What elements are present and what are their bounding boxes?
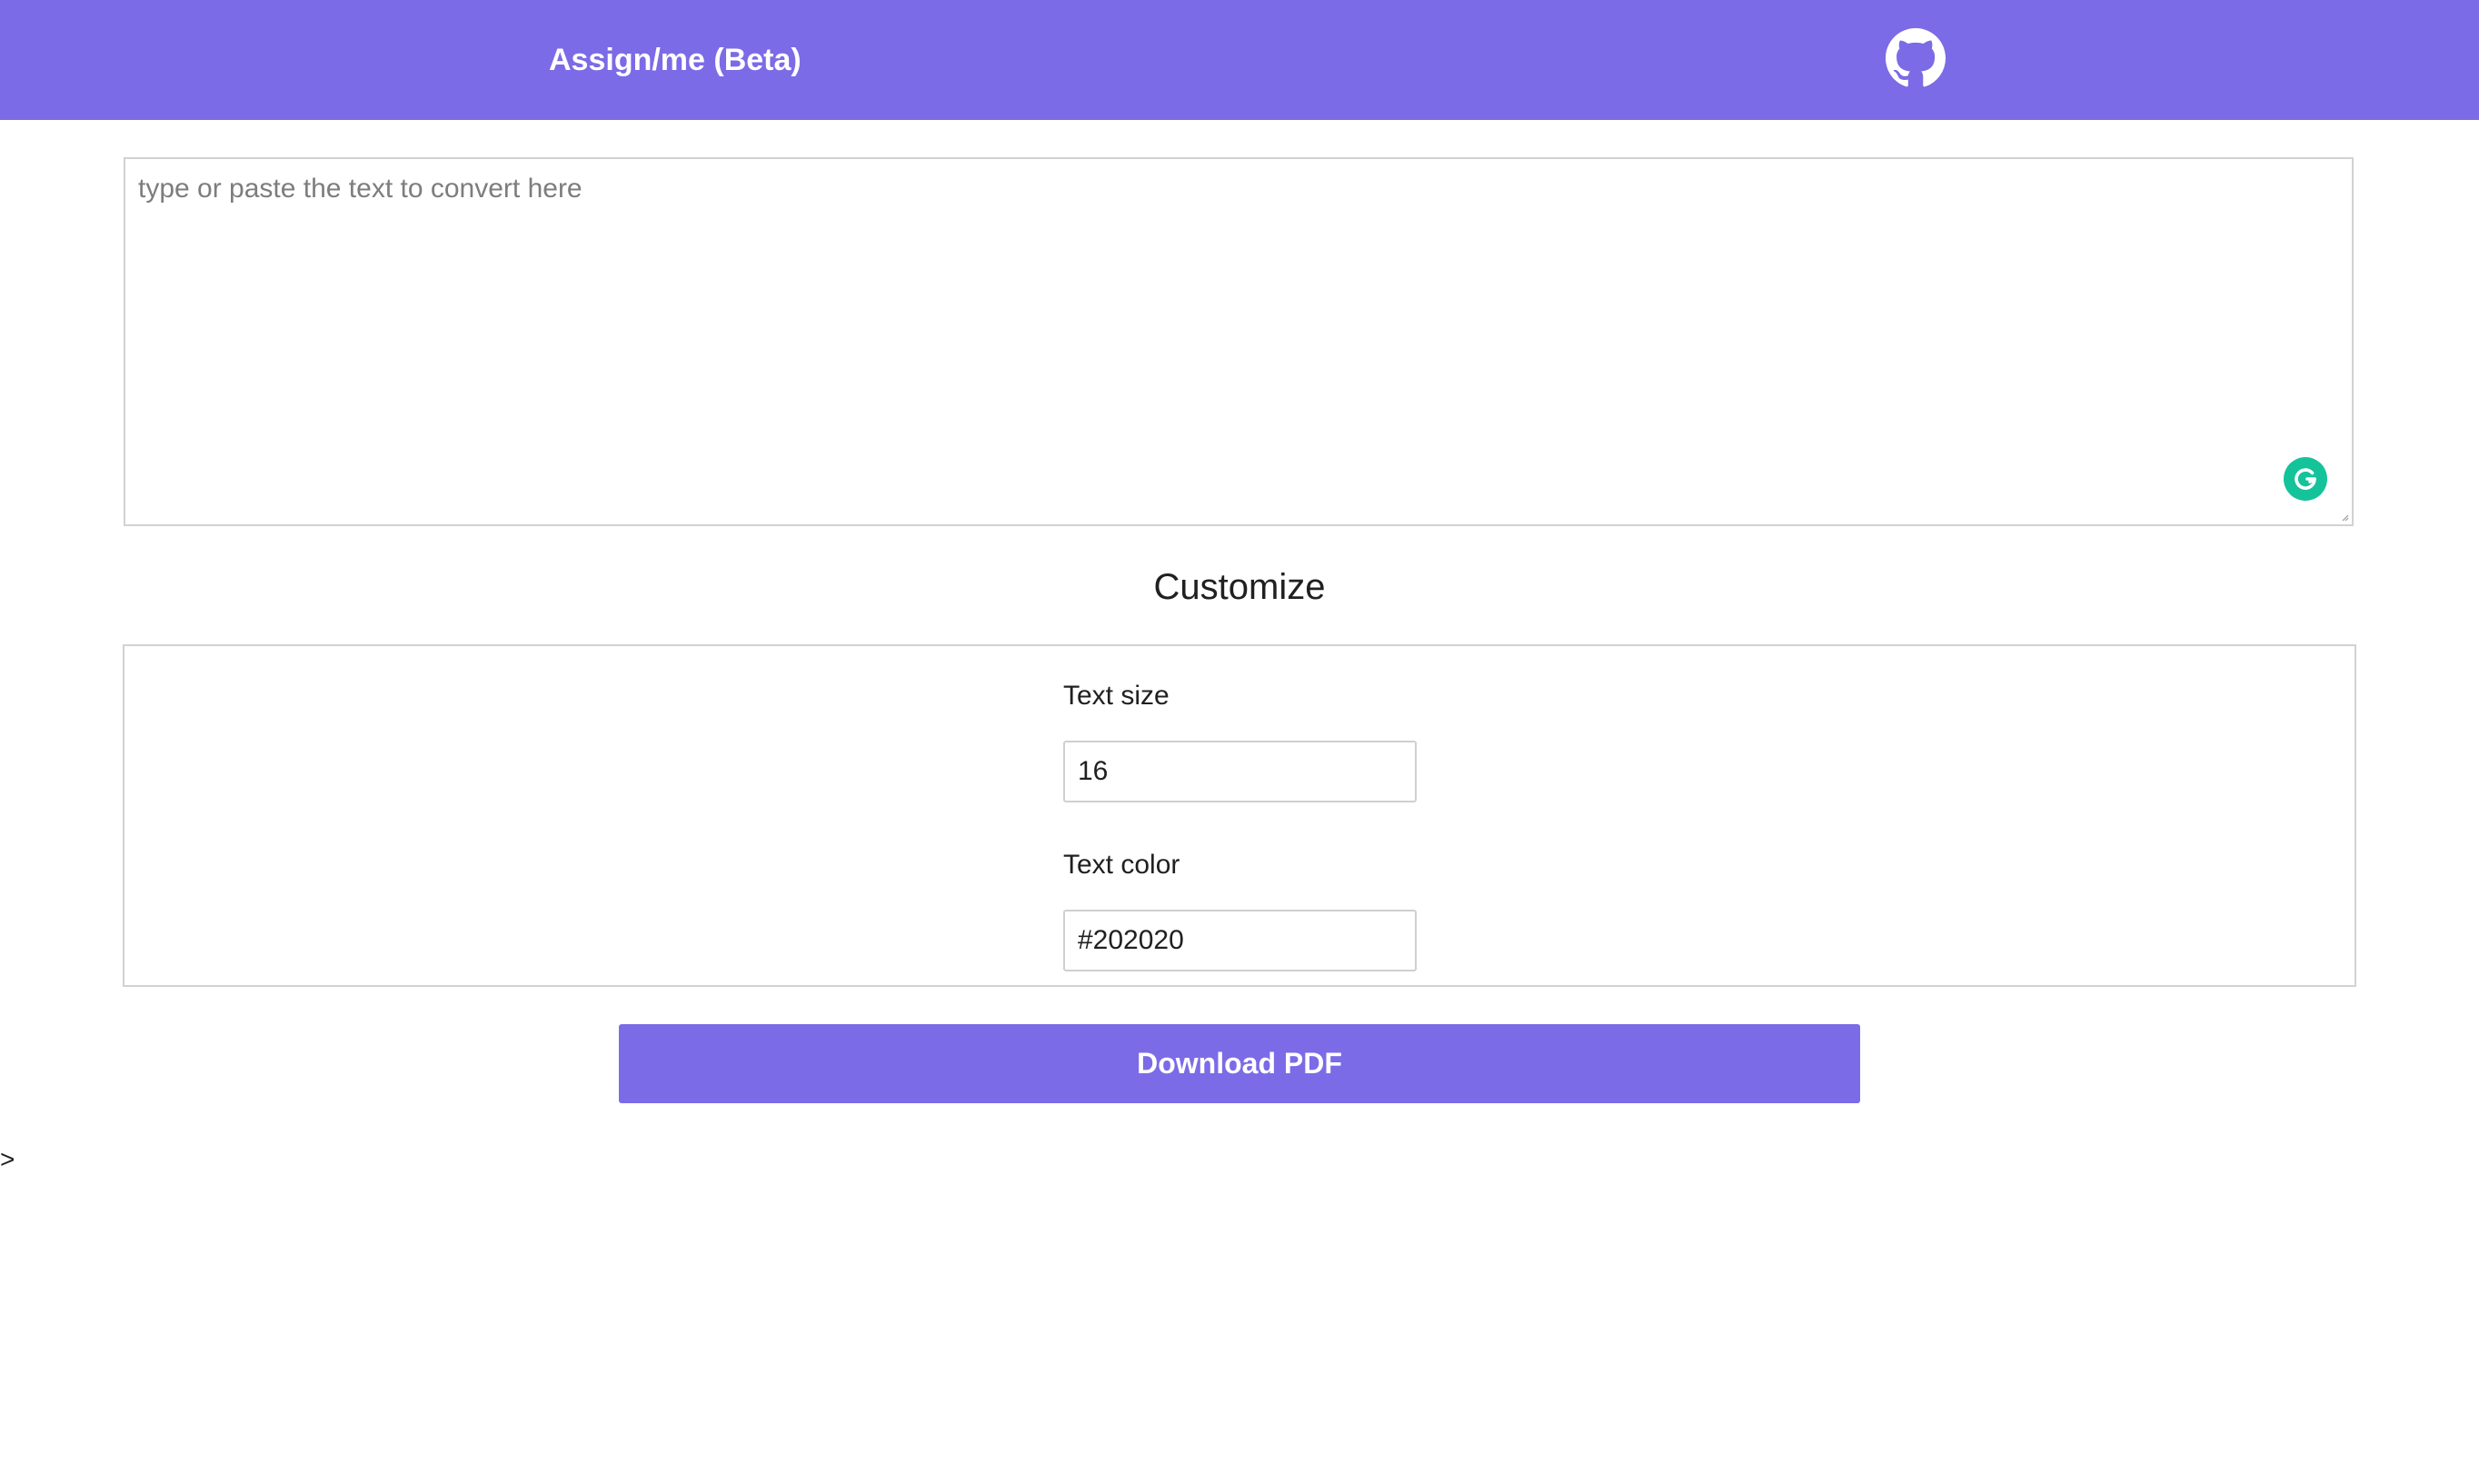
download-pdf-button[interactable]: Download PDF bbox=[619, 1024, 1860, 1103]
stray-text: > bbox=[0, 1145, 15, 1173]
text-color-label: Text color bbox=[1063, 850, 1180, 880]
text-size-label: Text size bbox=[1063, 681, 1170, 711]
text-size-input[interactable] bbox=[1063, 741, 1417, 802]
brand-title[interactable]: Assign/me (Beta) bbox=[549, 40, 801, 80]
customize-heading: Customize bbox=[1153, 567, 1326, 607]
resize-grip-icon[interactable] bbox=[2340, 513, 2349, 522]
top-navbar: Assign/me (Beta) bbox=[0, 0, 2479, 120]
github-icon[interactable] bbox=[1886, 28, 1946, 88]
grammarly-icon[interactable] bbox=[2284, 457, 2327, 501]
text-to-convert-textarea[interactable] bbox=[124, 157, 2354, 526]
text-color-input[interactable] bbox=[1063, 910, 1417, 971]
